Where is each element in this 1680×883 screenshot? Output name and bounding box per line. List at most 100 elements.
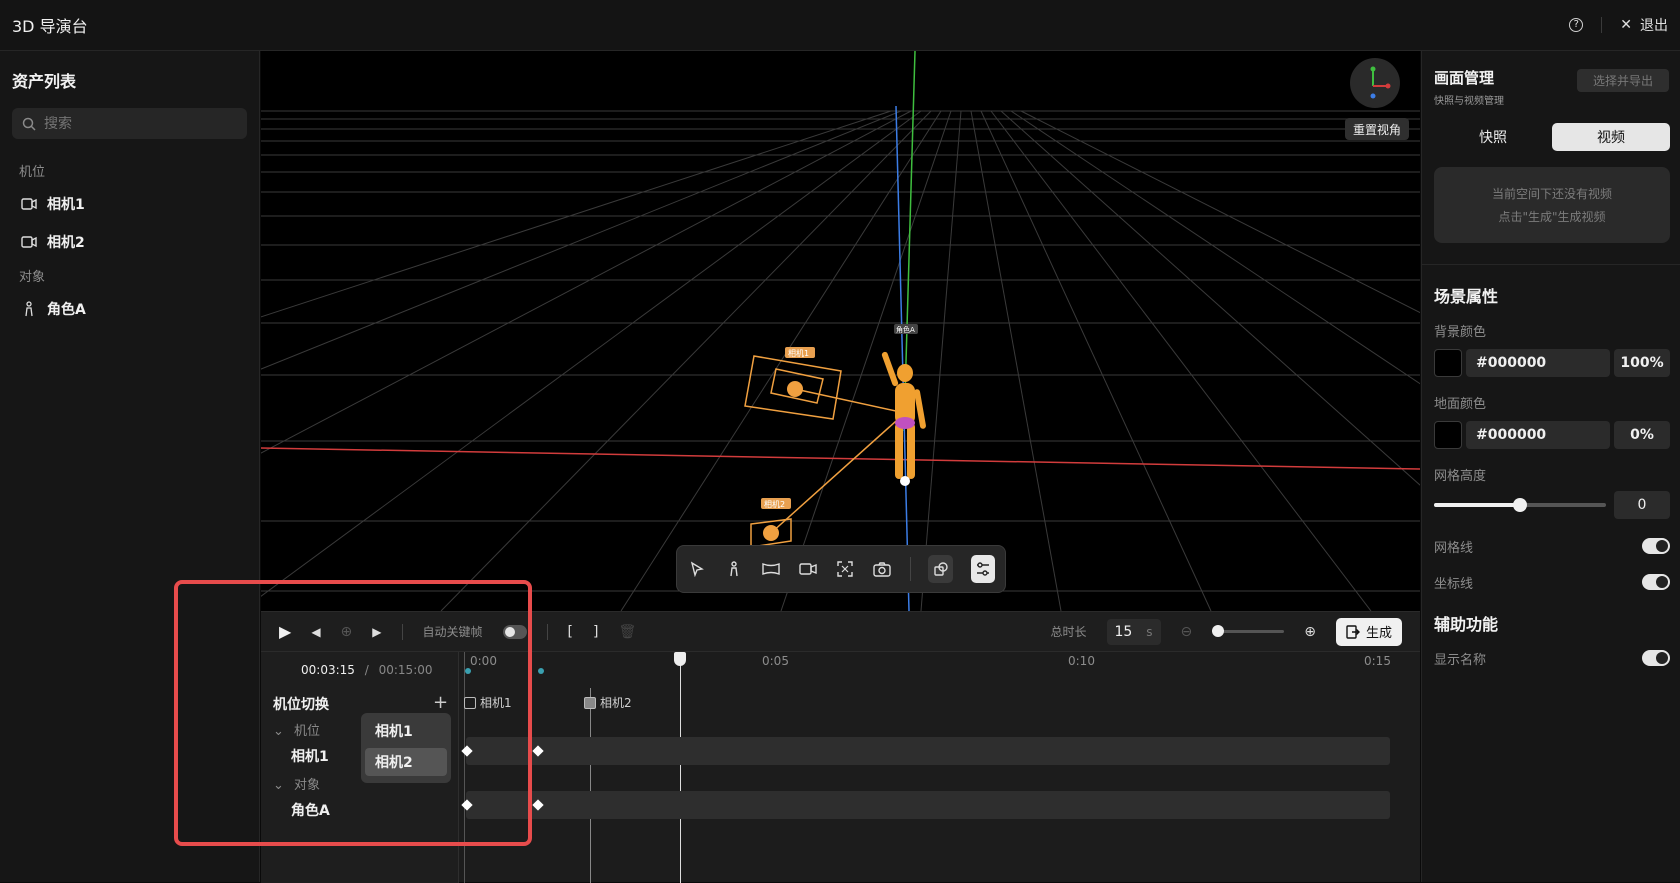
plane-icon[interactable] bbox=[761, 558, 780, 580]
total-duration-label: 总时长 bbox=[1050, 625, 1087, 639]
viewport-3d[interactable]: 相机1 相机2 角色A bbox=[261, 51, 1420, 611]
settings-sliders-icon[interactable] bbox=[970, 555, 996, 583]
auto-keyframe-label: 自动关键帧 bbox=[422, 625, 483, 639]
tree-object-row[interactable]: 角色A bbox=[291, 800, 330, 820]
tab-video[interactable]: 视频 bbox=[1552, 123, 1670, 151]
grid-height-fill bbox=[1434, 503, 1520, 507]
grid-height-input[interactable]: 0 bbox=[1614, 491, 1670, 519]
total-duration-value: 15 bbox=[1114, 623, 1133, 640]
zoom-in-icon[interactable]: ⊕ bbox=[1304, 624, 1316, 640]
keyframe[interactable] bbox=[532, 745, 544, 757]
group-label-cameras: 机位 bbox=[19, 165, 46, 180]
ground-color-input[interactable]: #000000 bbox=[1466, 421, 1610, 449]
z-axis-line bbox=[895, 105, 910, 611]
object-track[interactable] bbox=[461, 791, 1390, 819]
tree-group-objects[interactable]: ⌄ 对象 bbox=[273, 774, 320, 793]
reset-view-button[interactable]: 重置视角 bbox=[1345, 118, 1410, 140]
search-input[interactable] bbox=[44, 115, 224, 132]
orientation-gizmo[interactable] bbox=[1350, 58, 1400, 108]
playhead-handle[interactable] bbox=[674, 652, 686, 666]
cam2-label: 相机2 bbox=[764, 499, 785, 509]
generate-button[interactable]: 生成 bbox=[1335, 617, 1402, 646]
grid-lines-label: 网格线 bbox=[1434, 541, 1474, 556]
playhead[interactable] bbox=[680, 652, 681, 883]
exit-button[interactable]: ✕ 退出 bbox=[1620, 15, 1668, 35]
dropdown-option-selected[interactable]: 相机2 bbox=[365, 748, 447, 776]
prev-keyframe-icon[interactable]: ◀ bbox=[311, 625, 320, 639]
add-keyframe-icon[interactable]: ⊕ bbox=[341, 624, 353, 640]
axis-lines-toggle[interactable] bbox=[1642, 574, 1670, 590]
add-track-button[interactable]: + bbox=[433, 692, 448, 713]
help-icon[interactable]: ? bbox=[1569, 18, 1584, 32]
asset-item-camera1[interactable]: 相机1 bbox=[0, 194, 259, 214]
camera-icon bbox=[584, 696, 596, 709]
layers-icon[interactable] bbox=[928, 555, 953, 583]
keyframe[interactable] bbox=[532, 799, 544, 811]
show-names-toggle[interactable] bbox=[1642, 650, 1670, 666]
grid-height-knob[interactable] bbox=[1513, 498, 1527, 512]
next-keyframe-icon[interactable]: ▶ bbox=[372, 625, 381, 639]
range-end-button[interactable]: ] bbox=[593, 624, 598, 640]
generate-label: 生成 bbox=[1365, 626, 1392, 641]
tab-snapshot[interactable]: 快照 bbox=[1434, 123, 1552, 151]
bg-color-input[interactable]: #000000 bbox=[1466, 349, 1610, 377]
camera-icon[interactable] bbox=[798, 558, 817, 580]
asset-item-camera2[interactable]: 相机2 bbox=[0, 232, 259, 252]
asset-item-role-a[interactable]: 角色A bbox=[0, 299, 259, 319]
ground-grid bbox=[261, 110, 1420, 611]
camera-marker[interactable]: 相机2 bbox=[584, 694, 632, 711]
media-tabs: 快照 视频 bbox=[1434, 123, 1670, 151]
grid-lines-toggle[interactable] bbox=[1642, 538, 1670, 554]
total-time: 00:15:00 bbox=[378, 663, 433, 677]
ruler-label: 0:05 bbox=[762, 654, 789, 668]
select-export-button[interactable]: 选择并导出 bbox=[1577, 69, 1669, 92]
toolbar-divider bbox=[909, 557, 911, 581]
bg-opacity-input[interactable]: 100% bbox=[1614, 349, 1670, 377]
dropdown-option[interactable]: 相机1 bbox=[365, 717, 447, 745]
select-icon[interactable] bbox=[687, 558, 706, 580]
divider bbox=[1601, 17, 1603, 33]
export-icon bbox=[1346, 624, 1360, 639]
grid-height-label: 网格高度 bbox=[1434, 469, 1487, 484]
camera2-gizmo bbox=[750, 412, 906, 548]
bg-color-swatch[interactable] bbox=[1434, 349, 1462, 377]
camera-track[interactable] bbox=[461, 737, 1390, 765]
tree-group-label: 机位 bbox=[294, 724, 321, 739]
chevron-down-icon: ⌄ bbox=[273, 724, 284, 739]
focus-icon[interactable] bbox=[835, 558, 854, 580]
camera-marker-label: 相机1 bbox=[480, 696, 512, 710]
play-icon[interactable]: ▶ bbox=[279, 622, 291, 641]
current-time: 00:03:15 bbox=[301, 663, 355, 677]
range-start-button[interactable]: [ bbox=[568, 624, 573, 640]
delete-icon[interactable]: 🗑 bbox=[618, 624, 636, 640]
scene-canvas[interactable]: 相机1 相机2 角色A bbox=[261, 51, 1420, 611]
total-duration-input[interactable]: 15 s bbox=[1106, 618, 1161, 645]
camera-icon bbox=[21, 198, 37, 210]
zoom-knob[interactable] bbox=[1212, 625, 1225, 637]
search-box[interactable] bbox=[12, 108, 247, 139]
ground-opacity-input[interactable]: 0% bbox=[1614, 421, 1670, 449]
zoom-out-icon[interactable]: ⊖ bbox=[1181, 624, 1193, 640]
snapshot-icon[interactable] bbox=[872, 558, 891, 580]
role-label: 角色A bbox=[896, 325, 915, 334]
bg-color-label: 背景颜色 bbox=[1434, 325, 1487, 340]
ruler-label: 0:15 bbox=[1364, 654, 1391, 668]
ground-color-swatch[interactable] bbox=[1434, 421, 1462, 449]
auto-keyframe-toggle[interactable] bbox=[502, 624, 527, 639]
zoom-slider[interactable] bbox=[1212, 625, 1285, 637]
timeline-tracks[interactable]: 0:00 0:05 0:10 0:15 相机1 相机2 bbox=[460, 652, 1420, 883]
ruler-label: 0:10 bbox=[1068, 654, 1095, 668]
camera-select-dropdown: 相机1 相机2 bbox=[361, 713, 451, 783]
axes-icon bbox=[1370, 66, 1391, 99]
tree-camera-row[interactable]: 相机1 bbox=[291, 746, 329, 766]
grid-height-slider[interactable] bbox=[1434, 498, 1606, 512]
timeline-toolbar: ▶ ◀ ⊕ ▶ 自动关键帧 [ ] 🗑 总时长 15 s ⊖ ⊕ 生成 bbox=[261, 612, 1420, 652]
ruler-tick bbox=[465, 668, 471, 674]
person-icon[interactable] bbox=[724, 558, 743, 580]
tree-group-cameras[interactable]: ⌄ 机位 bbox=[273, 720, 320, 739]
x-axis-line bbox=[261, 447, 1420, 470]
camera1-gizmo bbox=[744, 355, 906, 420]
camera-marker[interactable]: 相机1 bbox=[464, 694, 512, 711]
top-bar: 3D 导演台 ? ✕ 退出 bbox=[0, 0, 1680, 51]
ground-color-label: 地面颜色 bbox=[1434, 397, 1487, 412]
